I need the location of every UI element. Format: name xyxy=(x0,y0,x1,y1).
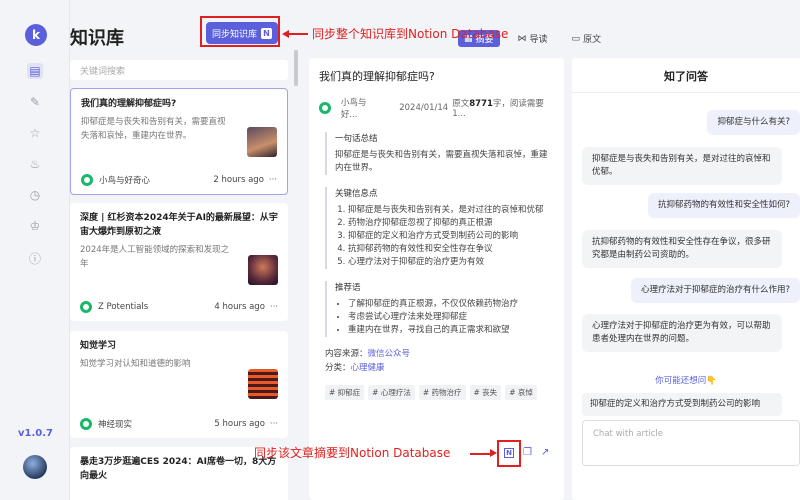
scrollbar[interactable] xyxy=(294,50,298,86)
annotation-bottom: 同步该文章摘要到Notion Database xyxy=(254,446,451,460)
search-input[interactable]: 关键词搜索 xyxy=(70,60,288,80)
source-icon xyxy=(81,174,93,186)
article-meta: 小鸟与好... 2024/01/14 原文8771字，阅读需要1... xyxy=(319,96,554,120)
avatar[interactable] xyxy=(23,455,47,479)
card-title: 我们真的理解抑郁症吗? xyxy=(81,99,177,109)
edit-icon[interactable]: ✎ xyxy=(27,94,43,110)
book-icon[interactable]: ▤ xyxy=(27,63,43,79)
chat-answer: 心理疗法对于抑郁症的治疗更为有效，可以帮助患者处理内在世界的问题。 xyxy=(582,314,782,352)
star-icon[interactable]: ☆ xyxy=(27,125,43,141)
card-time: 5 hours ago xyxy=(214,419,265,429)
version-label: v1.0.7 xyxy=(18,428,53,439)
card-source: Z Potentials xyxy=(98,302,149,312)
card-desc: 抑郁症是与丧失和告别有关，需要直视失落和哀悼，重建内在世界。 xyxy=(81,117,226,141)
chat-input[interactable]: Chat with article xyxy=(582,420,800,466)
highlight-box xyxy=(200,16,280,47)
tag[interactable]: # 药物治疗 xyxy=(418,385,466,400)
source-line: 内容来源：微信公众号 分类：心理健康 xyxy=(325,349,411,373)
chat-panel: 知了问答 抑郁症与什么有关? 抑郁症是与丧失和告别有关，是对过往的哀悼和优郁。 … xyxy=(572,58,800,500)
tag-list: # 抑郁症 # 心理疗法 # 药物治疗 # 丧失 # 哀悼 xyxy=(325,385,554,400)
tag[interactable]: # 心理疗法 xyxy=(368,385,415,400)
card-time: 2 hours ago xyxy=(213,175,264,185)
tag[interactable]: # 抑郁症 xyxy=(325,385,365,400)
clock-icon[interactable]: ◷ xyxy=(27,187,43,203)
article-title: 我们真的理解抑郁症吗? xyxy=(319,70,435,83)
share-icon: ⋈ xyxy=(517,33,527,44)
card-source: 小鸟与好奇心 xyxy=(99,176,151,186)
chat-question: 抑郁症与什么有关? xyxy=(707,110,800,135)
card-desc: 知觉学习对认知和道德的影响 xyxy=(80,359,191,369)
arrow-line xyxy=(470,453,490,455)
chat-question: 抗抑郁药物的有效性和安全性如何? xyxy=(647,193,800,218)
card-source: 神经现实 xyxy=(98,420,133,430)
chat-title: 知了问答 xyxy=(572,68,800,93)
article-panel: 我们真的理解抑郁症吗? 小鸟与好... 2024/01/14 原文8771字，阅… xyxy=(309,58,564,500)
highlight-box xyxy=(497,440,521,467)
list-item[interactable]: 知觉学习 知觉学习对认知和道德的影响 神经现实 5 hours ago ··· xyxy=(70,331,288,438)
tab-guide[interactable]: ⋈ 导读 xyxy=(512,30,554,47)
tag[interactable]: # 哀悼 xyxy=(505,385,537,400)
tab-original[interactable]: ▭ 原文 xyxy=(566,30,608,47)
info-icon[interactable]: ⓘ xyxy=(27,250,43,266)
chat-answer: 抑郁症是与丧失和告别有关，是对过往的哀悼和优郁。 xyxy=(582,147,782,185)
crown-icon[interactable]: ♔ xyxy=(27,218,43,234)
card-thumbnail xyxy=(248,255,278,285)
suggested-question[interactable]: 抑郁症的定义和治疗方式受到制药公司的影响 xyxy=(582,393,782,416)
more-icon[interactable]: ··· xyxy=(269,175,277,185)
page-icon: ▭ xyxy=(571,33,581,44)
recommend-section: 推荐语 了解抑郁症的真正根源，不仅仅依赖药物治疗 考虑尝试心理疗法来处理抑郁症 … xyxy=(325,281,554,337)
list-item[interactable]: 深度 | 红杉资本2024年关于AI的最新展望：从宇宙大爆炸到原初之液 2024… xyxy=(70,203,288,321)
suggest-label: 你可能还想问👇 xyxy=(655,376,717,386)
key-points-section: 关键信息点 抑郁症是与丧失和告别有关，是对过往的哀悼和优郁 药物治疗抑郁症忽视了… xyxy=(325,187,554,269)
app-logo[interactable]: k xyxy=(25,24,47,46)
chat-answer: 抗抑郁药物的有效性和安全性存在争议，很多研究都是由制药公司资助的。 xyxy=(582,230,782,268)
card-title: 知觉学习 xyxy=(80,341,117,351)
arrow-head xyxy=(490,449,497,457)
article-list-panel: 知识库 同步知识库 N 关键词搜索 我们真的理解抑郁症吗? 抑郁症是与丧失和告别… xyxy=(70,0,302,500)
more-icon[interactable]: ··· xyxy=(270,419,278,429)
card-title: 暴走3万步逛遍CES 2024：AI席卷一切，8大方向最火 xyxy=(80,457,277,481)
source-link[interactable]: 微信公众号 xyxy=(368,349,411,359)
source-icon xyxy=(80,418,92,430)
card-time: 4 hours ago xyxy=(214,302,265,312)
left-rail: k ▤ ✎ ☆ ♨ ◷ ♔ ⓘ v1.0.7 xyxy=(0,0,70,500)
share-icon[interactable]: ↗ xyxy=(541,447,549,458)
annotation-top: 同步整个知识库到Notion Database xyxy=(312,27,509,41)
card-title: 深度 | 红杉资本2024年关于AI的最新展望：从宇宙大爆炸到原初之液 xyxy=(80,213,278,237)
source-icon xyxy=(80,301,92,313)
more-icon[interactable]: ··· xyxy=(270,302,278,312)
fire-icon[interactable]: ♨ xyxy=(27,156,43,172)
card-thumbnail xyxy=(248,369,278,399)
chat-question: 心理疗法对于抑郁症的治疗有什么作用? xyxy=(630,278,800,303)
card-thumbnail xyxy=(247,127,277,157)
page-title: 知识库 xyxy=(70,28,124,49)
arrow-line xyxy=(288,33,308,35)
category-link[interactable]: 心理健康 xyxy=(351,363,385,373)
copy-icon[interactable]: ❐ xyxy=(523,447,532,458)
tag[interactable]: # 丧失 xyxy=(469,385,502,400)
summary-section: 一句话总结 抑郁症是与丧失和告别有关，需要直视失落和哀悼，重建内在世界。 xyxy=(325,132,554,175)
card-desc: 2024年是人工智能领域的探索和发现之年 xyxy=(80,245,230,269)
source-icon xyxy=(319,102,331,114)
list-item[interactable]: 我们真的理解抑郁症吗? 抑郁症是与丧失和告别有关，需要直视失落和哀悼，重建内在世… xyxy=(70,88,288,195)
